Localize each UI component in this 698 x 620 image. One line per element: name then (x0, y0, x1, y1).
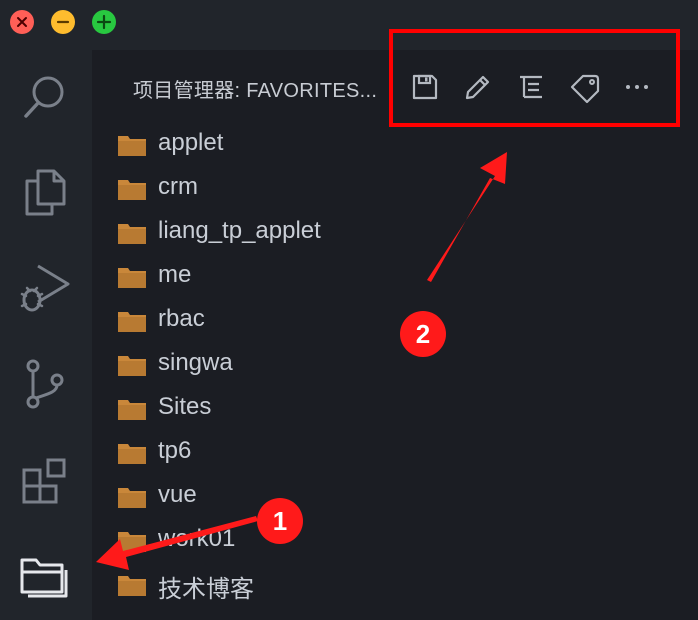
activity-search[interactable] (18, 70, 72, 124)
window-close-button[interactable] (10, 10, 34, 34)
window-zoom-button[interactable] (92, 10, 116, 34)
folder-label: singwa (158, 349, 233, 376)
folder-icon (118, 400, 146, 420)
save-icon (412, 74, 438, 100)
more-actions-button[interactable] (620, 70, 654, 104)
edit-projects-button[interactable] (460, 70, 494, 104)
annotation-badge-2: 2 (400, 311, 446, 357)
close-icon (17, 17, 27, 27)
save-project-button[interactable] (408, 70, 442, 104)
folder-icon (118, 576, 146, 596)
folder-item[interactable]: 技术博客 (116, 566, 416, 610)
folder-icon (118, 180, 146, 200)
folder-label: tp6 (158, 437, 192, 464)
folder-item[interactable]: liang_tp_applet (116, 214, 416, 258)
minimize-icon (56, 20, 70, 24)
window-minimize-button[interactable] (51, 10, 75, 34)
activity-explorer[interactable] (18, 164, 72, 218)
window-titlebar (0, 0, 698, 50)
panel-title: 项目管理器: FAVORITES... (133, 80, 378, 102)
folder-icon (118, 312, 146, 332)
folder-icon (118, 532, 146, 552)
folder-label: Sites (158, 393, 212, 420)
folder-label: work01 (158, 525, 236, 552)
extensions-icon (22, 458, 66, 504)
folder-label: me (158, 261, 192, 288)
run-debug-icon (20, 264, 70, 312)
folder-icon (118, 356, 146, 376)
folder-label: 技术博客 (158, 576, 254, 603)
folder-item[interactable]: singwa (116, 346, 416, 390)
folder-label: rbac (158, 305, 205, 332)
folder-item[interactable]: Sites (116, 390, 416, 434)
folder-icon (118, 488, 146, 508)
project-manager-sidebar: 项目管理器: FAVORITES... applet crm liang_tp_… (92, 50, 698, 620)
folder-item[interactable]: crm (116, 170, 416, 214)
zoom-icon (96, 14, 112, 30)
folder-label: vue (158, 481, 197, 508)
activity-project-manager[interactable] (18, 548, 72, 602)
tags-button[interactable] (568, 70, 602, 104)
annotation-badge-1: 1 (257, 498, 303, 544)
folder-icon (118, 224, 146, 244)
folder-icon (118, 268, 146, 288)
folder-icon (118, 136, 146, 156)
folder-item[interactable]: tp6 (116, 434, 416, 478)
folder-icon (118, 444, 146, 464)
activity-run-debug[interactable] (18, 260, 72, 314)
folder-item[interactable]: me (116, 258, 416, 302)
source-control-icon (26, 359, 64, 409)
folder-label: crm (158, 173, 198, 200)
project-manager-icon (20, 558, 68, 598)
explorer-files-icon (25, 169, 66, 216)
filter-projects-button[interactable] (514, 70, 548, 104)
folder-label: liang_tp_applet (158, 217, 321, 244)
folder-item[interactable]: applet (116, 126, 416, 170)
filter-list-icon (520, 75, 542, 99)
search-icon (24, 76, 64, 118)
more-actions-icon (626, 85, 648, 89)
folder-label: applet (158, 129, 224, 156)
edit-pencil-icon (465, 75, 490, 100)
activity-source-control[interactable] (18, 356, 72, 410)
tag-icon (570, 74, 600, 104)
folder-item[interactable]: rbac (116, 302, 416, 346)
activity-extensions[interactable] (18, 454, 72, 508)
activity-bar (0, 50, 92, 620)
